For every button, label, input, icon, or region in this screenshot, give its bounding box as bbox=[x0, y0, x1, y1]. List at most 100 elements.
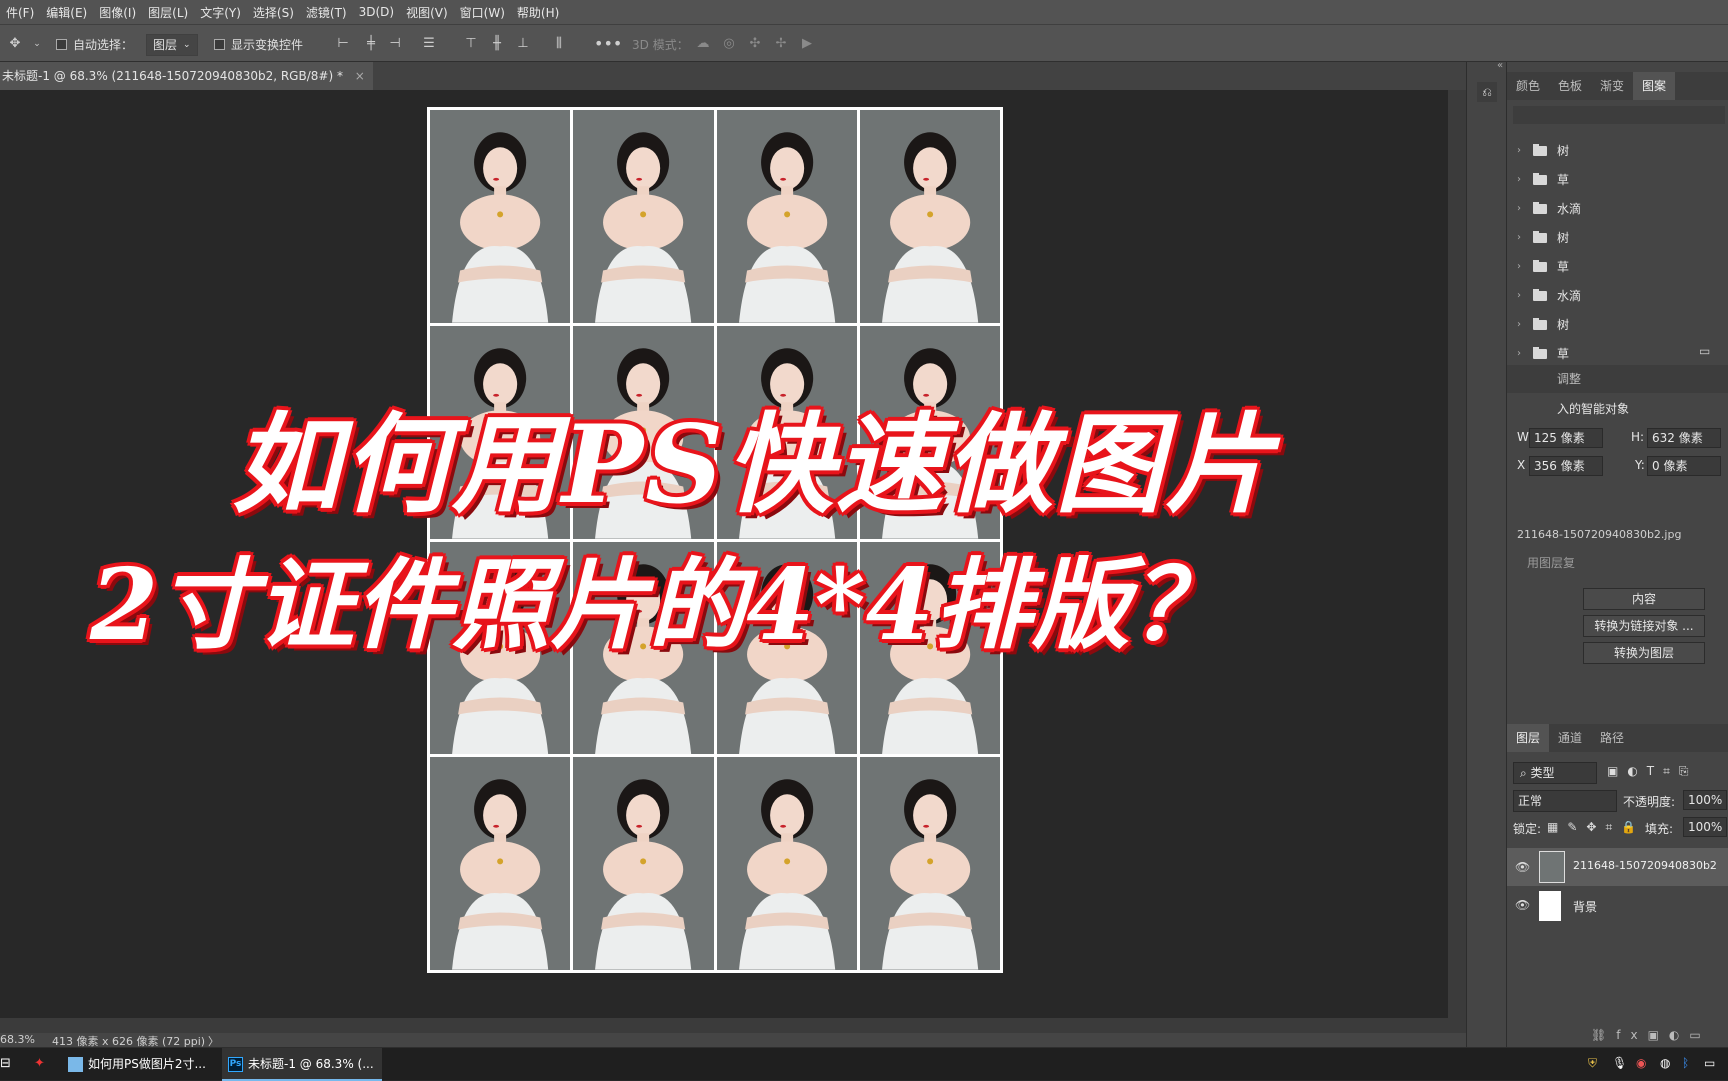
tray-app-icon[interactable]: ◉ bbox=[1636, 1056, 1646, 1070]
tab-patterns[interactable]: 图案 bbox=[1633, 72, 1676, 100]
chevron-down-icon[interactable]: ⌄ bbox=[30, 37, 44, 51]
network-icon[interactable]: ▭ bbox=[1704, 1056, 1715, 1070]
align-left-icon[interactable]: ⊢ bbox=[336, 37, 350, 51]
fx-icon[interactable]: fx bbox=[1616, 1028, 1647, 1042]
layers-footer-icons[interactable]: ⛓fx▣◐▭ bbox=[1591, 1028, 1711, 1042]
folder-icon bbox=[1533, 346, 1547, 359]
3d-slide-icon[interactable]: ✢ bbox=[774, 37, 788, 51]
pattern-folder-row[interactable]: › 水滴 bbox=[1507, 194, 1728, 223]
layer-filter-icons[interactable]: ▣◐T⌗⎘ bbox=[1607, 764, 1698, 779]
layer-row[interactable]: 👁 背景 bbox=[1507, 888, 1728, 924]
pattern-folder-row[interactable]: › 草 bbox=[1507, 252, 1728, 281]
width-field[interactable]: 125 像素 bbox=[1529, 428, 1603, 448]
search-icon: ⌕ bbox=[1520, 766, 1531, 780]
3d-roll-icon[interactable]: ◎ bbox=[722, 37, 736, 51]
pinned-app-icon[interactable]: ✦ bbox=[34, 1056, 45, 1071]
tab-gradients[interactable]: 渐变 bbox=[1591, 72, 1633, 100]
eye-icon[interactable]: 👁 bbox=[1515, 860, 1530, 874]
menu-file[interactable]: 件(F) bbox=[0, 4, 40, 21]
tab-paths[interactable]: 路径 bbox=[1591, 724, 1633, 752]
tab-swatches[interactable]: 色板 bbox=[1549, 72, 1591, 100]
collapse-icon[interactable]: « bbox=[1497, 60, 1503, 71]
patterns-search-field[interactable] bbox=[1513, 106, 1725, 124]
align-center-icon[interactable]: ╪ bbox=[364, 37, 378, 51]
close-icon[interactable]: × bbox=[355, 69, 365, 83]
vertical-scrollbar[interactable] bbox=[1448, 90, 1466, 1033]
auto-select-checkbox[interactable] bbox=[56, 38, 67, 50]
menu-select[interactable]: 选择(S) bbox=[247, 4, 300, 21]
microphone-icon[interactable]: 🎙 bbox=[1612, 1056, 1627, 1070]
chevron-right-icon[interactable]: › bbox=[1517, 145, 1521, 156]
tab-adjustments[interactable]: 调整 bbox=[1507, 365, 1590, 393]
chrome-icon[interactable]: ◍ bbox=[1660, 1056, 1670, 1070]
horizontal-scrollbar[interactable] bbox=[0, 1018, 1448, 1033]
chevron-right-icon[interactable]: › bbox=[1517, 232, 1521, 243]
layer-row[interactable]: 👁 211648-150720940830b2 bbox=[1507, 848, 1728, 886]
pattern-folder-row[interactable]: › 草 bbox=[1507, 339, 1728, 368]
task-view-icon[interactable]: ⊟ bbox=[0, 1056, 11, 1071]
3d-orbit-icon[interactable]: ☁ bbox=[696, 37, 710, 51]
history-icon[interactable]: ⎌ bbox=[1477, 82, 1497, 102]
y-field[interactable]: 0 像素 bbox=[1647, 456, 1721, 476]
tab-color[interactable]: 颜色 bbox=[1507, 72, 1549, 100]
height-field[interactable]: 632 像素 bbox=[1647, 428, 1721, 448]
menu-layer[interactable]: 图层(L) bbox=[142, 4, 194, 21]
menu-help[interactable]: 帮助(H) bbox=[511, 4, 565, 21]
x-field[interactable]: 356 像素 bbox=[1529, 456, 1603, 476]
taskbar-item-label: 未标题-1 @ 68.3% (... bbox=[248, 1057, 374, 1071]
3d-pan-icon[interactable]: ✣ bbox=[748, 37, 762, 51]
layer-filter-value: 类型 bbox=[1530, 766, 1555, 780]
3d-camera-icon[interactable]: ▶ bbox=[800, 37, 814, 51]
pattern-folder-row[interactable]: › 水滴 bbox=[1507, 281, 1728, 310]
align-middle-icon[interactable]: ╫ bbox=[490, 37, 504, 51]
taskbar-item-label: 如何用PS做图片2寸... bbox=[88, 1057, 206, 1071]
chevron-right-icon[interactable]: › bbox=[1517, 261, 1521, 272]
zoom-level[interactable]: 68.3% bbox=[0, 1033, 35, 1046]
chevron-right-icon[interactable]: › bbox=[1517, 174, 1521, 185]
menu-type[interactable]: 文字(Y) bbox=[194, 4, 247, 21]
folder-icon bbox=[1533, 288, 1547, 301]
bluetooth-icon[interactable]: ᛒ bbox=[1682, 1056, 1689, 1070]
taskbar-item-photoshop[interactable]: Ps 未标题-1 @ 68.3% (... bbox=[222, 1048, 382, 1081]
blend-mode-dropdown[interactable]: 正常 bbox=[1513, 790, 1617, 812]
menu-3d[interactable]: 3D(D) bbox=[353, 5, 400, 19]
align-right-icon[interactable]: ⊣ bbox=[388, 37, 402, 51]
menu-filter[interactable]: 滤镜(T) bbox=[300, 4, 353, 21]
convert-to-layers-button[interactable]: 转换为图层 bbox=[1583, 642, 1705, 664]
menu-edit[interactable]: 编辑(E) bbox=[40, 4, 93, 21]
tab-layers[interactable]: 图层 bbox=[1507, 724, 1550, 752]
pattern-folder-row[interactable]: › 树 bbox=[1507, 223, 1728, 252]
align-top-icon[interactable]: ⊤ bbox=[464, 37, 478, 51]
fill-field[interactable]: 100% bbox=[1683, 817, 1727, 837]
auto-select-dropdown[interactable]: 图层 ⌄ bbox=[146, 34, 198, 56]
menu-image[interactable]: 图像(I) bbox=[93, 4, 142, 21]
eye-icon[interactable]: 👁 bbox=[1515, 898, 1530, 912]
edit-contents-button[interactable]: 内容 bbox=[1583, 588, 1705, 610]
distribute-icon[interactable]: ☰ bbox=[422, 37, 436, 51]
menu-view[interactable]: 视图(V) bbox=[400, 4, 454, 21]
move-tool-icon[interactable]: ✥ bbox=[8, 37, 22, 51]
show-transform-checkbox[interactable] bbox=[214, 38, 225, 50]
chevron-right-icon[interactable]: › bbox=[1517, 290, 1521, 301]
layer-name[interactable]: 211648-150720940830b2 bbox=[1573, 859, 1717, 872]
align-bottom-icon[interactable]: ⊥ bbox=[516, 37, 530, 51]
overlay-title-line-2: 2寸证件照片的4*4排版？ bbox=[90, 548, 1228, 663]
pattern-folder-row[interactable]: › 树 bbox=[1507, 136, 1728, 165]
opacity-field[interactable]: 100% bbox=[1683, 790, 1727, 810]
chevron-right-icon[interactable]: › bbox=[1517, 348, 1521, 359]
pattern-folder-row[interactable]: › 草 bbox=[1507, 165, 1728, 194]
convert-to-linked-button[interactable]: 转换为链接对象 ... bbox=[1583, 615, 1705, 637]
menu-window[interactable]: 窗口(W) bbox=[454, 4, 511, 21]
distribute-vertical-icon[interactable]: ⫼ bbox=[552, 37, 566, 51]
layer-filter-dropdown[interactable]: ⌕ 类型 bbox=[1513, 762, 1597, 784]
taskbar-item-notepad[interactable]: 如何用PS做图片2寸... bbox=[62, 1048, 212, 1081]
shield-icon[interactable]: ⛨ bbox=[1588, 1056, 1597, 1071]
pattern-folder-row[interactable]: › 树 bbox=[1507, 310, 1728, 339]
chevron-right-icon[interactable]: › bbox=[1517, 203, 1521, 214]
tab-channels[interactable]: 通道 bbox=[1549, 724, 1591, 752]
lock-icons[interactable]: ▦✎✥⌗🔒 bbox=[1547, 820, 1645, 835]
document-tab[interactable]: 未标题-1 @ 68.3% (211648-150720940830b2, RG… bbox=[0, 62, 373, 90]
chevron-right-icon[interactable]: › bbox=[1517, 319, 1521, 330]
height-label: H: bbox=[1631, 430, 1645, 444]
more-icon[interactable]: ••• bbox=[594, 36, 622, 52]
